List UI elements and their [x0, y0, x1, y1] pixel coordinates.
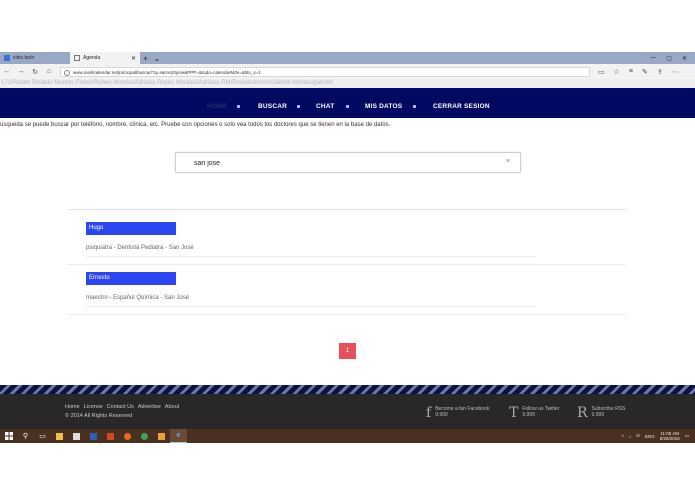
- footer-stripes: [0, 385, 695, 394]
- action-center-icon[interactable]: ▭: [685, 433, 689, 439]
- maximize-button[interactable]: ▢: [666, 55, 672, 62]
- windows-logo-icon: [4, 432, 13, 440]
- list-item: Hugo psiquiatra - Dentista Pediatra - Sa…: [86, 222, 194, 251]
- sublime-icon[interactable]: [153, 429, 170, 443]
- footer-link-contact[interactable]: Contact Us: [107, 404, 134, 410]
- tab-label: citec.tech: [13, 55, 35, 61]
- rss-count: 9,999: [591, 412, 605, 418]
- list-item: Ernesto maestro - Español Química - San …: [86, 272, 189, 301]
- search-icon[interactable]: ⚲: [17, 429, 34, 443]
- results-divider: [68, 209, 626, 210]
- rss-icon: R: [577, 405, 588, 421]
- windows-taskbar: ⚲ ▭ e ^ ♪ ⊙ ENG 11:05 AM 6/26/2016 ▭: [0, 429, 695, 443]
- firefox-icon[interactable]: [119, 429, 136, 443]
- doctor-description: psiquiatra - Dentista Pediatra - San Jos…: [86, 245, 194, 251]
- store-icon[interactable]: [68, 429, 85, 443]
- nav-separator: [297, 105, 300, 108]
- clock[interactable]: 11:05 AM 6/26/2016: [660, 431, 680, 441]
- footer-link-home[interactable]: Home: [65, 404, 80, 410]
- site-footer: Home License Contact Us Advertise About …: [0, 394, 695, 429]
- facebook-count: 9,999: [435, 412, 448, 418]
- minimize-button[interactable]: —: [650, 55, 656, 62]
- twitter-link[interactable]: T Follow us Twitter 9,999: [509, 406, 560, 420]
- page-1-button[interactable]: 1: [339, 343, 356, 359]
- result-divider: [68, 314, 626, 315]
- tab-label: Agenda: [83, 55, 101, 61]
- search-input[interactable]: [194, 157, 494, 169]
- browser-address-bar: ← → ↻ ⌂ www.medicalendar.net/principal/b…: [0, 64, 695, 79]
- facebook-icon: f: [426, 405, 432, 421]
- word-icon[interactable]: [85, 429, 102, 443]
- rss-link[interactable]: R Subscribe RSS 9,999: [577, 406, 625, 420]
- powerpoint-icon[interactable]: [102, 429, 119, 443]
- more-icon[interactable]: ⋯: [672, 68, 679, 76]
- forward-arrow-icon[interactable]: →: [14, 68, 28, 75]
- citec-favicon-icon: [4, 55, 10, 61]
- nav-separator: [346, 105, 349, 108]
- volume-icon[interactable]: ♪: [629, 434, 631, 439]
- result-divider: [86, 256, 536, 257]
- refresh-icon[interactable]: ↻: [28, 68, 42, 76]
- search-instructions: úsqueda se puede buscar por teléfono, no…: [0, 122, 391, 128]
- nav-home[interactable]: HOME: [207, 103, 227, 110]
- network-icon[interactable]: ⊙: [636, 433, 640, 439]
- doctor-name-link[interactable]: Ernesto: [86, 272, 176, 285]
- new-tab-button[interactable]: +: [140, 54, 151, 63]
- tray-chevron-icon[interactable]: ^: [622, 434, 624, 439]
- footer-link-license[interactable]: License: [84, 404, 103, 410]
- doctor-name-link[interactable]: Hugo: [86, 222, 176, 235]
- edge-icon[interactable]: e: [170, 429, 187, 443]
- clock-date: 6/26/2016: [659, 436, 680, 441]
- page-favicon-icon: [74, 55, 80, 61]
- footer-links: Home License Contact Us Advertise About: [65, 404, 179, 410]
- close-tab-icon[interactable]: ✕: [131, 55, 136, 62]
- language-indicator[interactable]: ENG: [645, 434, 655, 439]
- favorite-star-icon[interactable]: ☆: [614, 68, 620, 76]
- facebook-link[interactable]: f Become a fan Facebook 9,999: [426, 406, 489, 420]
- footer-link-advertise[interactable]: Advertise: [138, 404, 161, 410]
- task-view-icon[interactable]: ▭: [34, 429, 51, 443]
- url-field[interactable]: www.medicalendar.net/principal/buscar/?q…: [60, 66, 590, 77]
- search-box: ×: [175, 152, 521, 173]
- hub-icon[interactable]: ≡: [629, 68, 633, 76]
- nav-cerrar-sesion[interactable]: CERRAR SESION: [433, 103, 490, 110]
- browser-toolbar-icons: ▭ ☆ ≡ ✎ ⇪ ⋯: [598, 68, 679, 76]
- browser-tab-strip: citec.tech Agenda ✕ + ⌄ — ▢ ✕: [0, 52, 695, 64]
- result-divider: [68, 264, 626, 265]
- nav-separator: [413, 105, 416, 108]
- web-note-icon[interactable]: ✎: [642, 68, 648, 76]
- nav-buscar[interactable]: BUSCAR: [258, 103, 287, 110]
- footer-link-about[interactable]: About: [165, 404, 179, 410]
- nav-mis-datos[interactable]: MIS DATOS: [365, 103, 402, 110]
- back-arrow-icon[interactable]: ←: [0, 68, 14, 75]
- nav-separator: [237, 105, 240, 108]
- clear-search-icon[interactable]: ×: [506, 158, 510, 165]
- twitter-count: 9,999: [522, 412, 535, 418]
- nav-chat[interactable]: CHAT: [316, 103, 334, 110]
- reading-view-icon[interactable]: ▭: [598, 68, 605, 76]
- browser-tab-agenda[interactable]: Agenda ✕: [70, 52, 140, 64]
- window-controls: — ▢ ✕: [650, 55, 695, 62]
- system-tray: ^ ♪ ⊙ ENG 11:05 AM 6/26/2016 ▭: [622, 431, 695, 441]
- result-divider: [86, 306, 536, 307]
- doctor-description: maestro - Español Química - San José: [86, 295, 190, 301]
- start-button[interactable]: [0, 429, 17, 443]
- home-icon[interactable]: ⌂: [42, 68, 56, 75]
- tab-dropdown-icon[interactable]: ⌄: [151, 54, 164, 63]
- browser-tab-citec[interactable]: citec.tech: [0, 52, 70, 64]
- share-icon[interactable]: ⇪: [657, 68, 663, 76]
- close-window-button[interactable]: ✕: [682, 55, 687, 62]
- account-breadcrumb: 171/Rubén Ricardo Montes Flores/Rubén Mo…: [0, 79, 695, 88]
- chrome-icon[interactable]: [136, 429, 153, 443]
- site-nav-bar: HOME BUSCAR CHAT MIS DATOS CERRAR SESION: [0, 88, 695, 118]
- copyright-text: © 2014 All Rights Reserved: [65, 413, 133, 419]
- file-explorer-icon[interactable]: [51, 429, 68, 443]
- twitter-icon: T: [509, 405, 519, 421]
